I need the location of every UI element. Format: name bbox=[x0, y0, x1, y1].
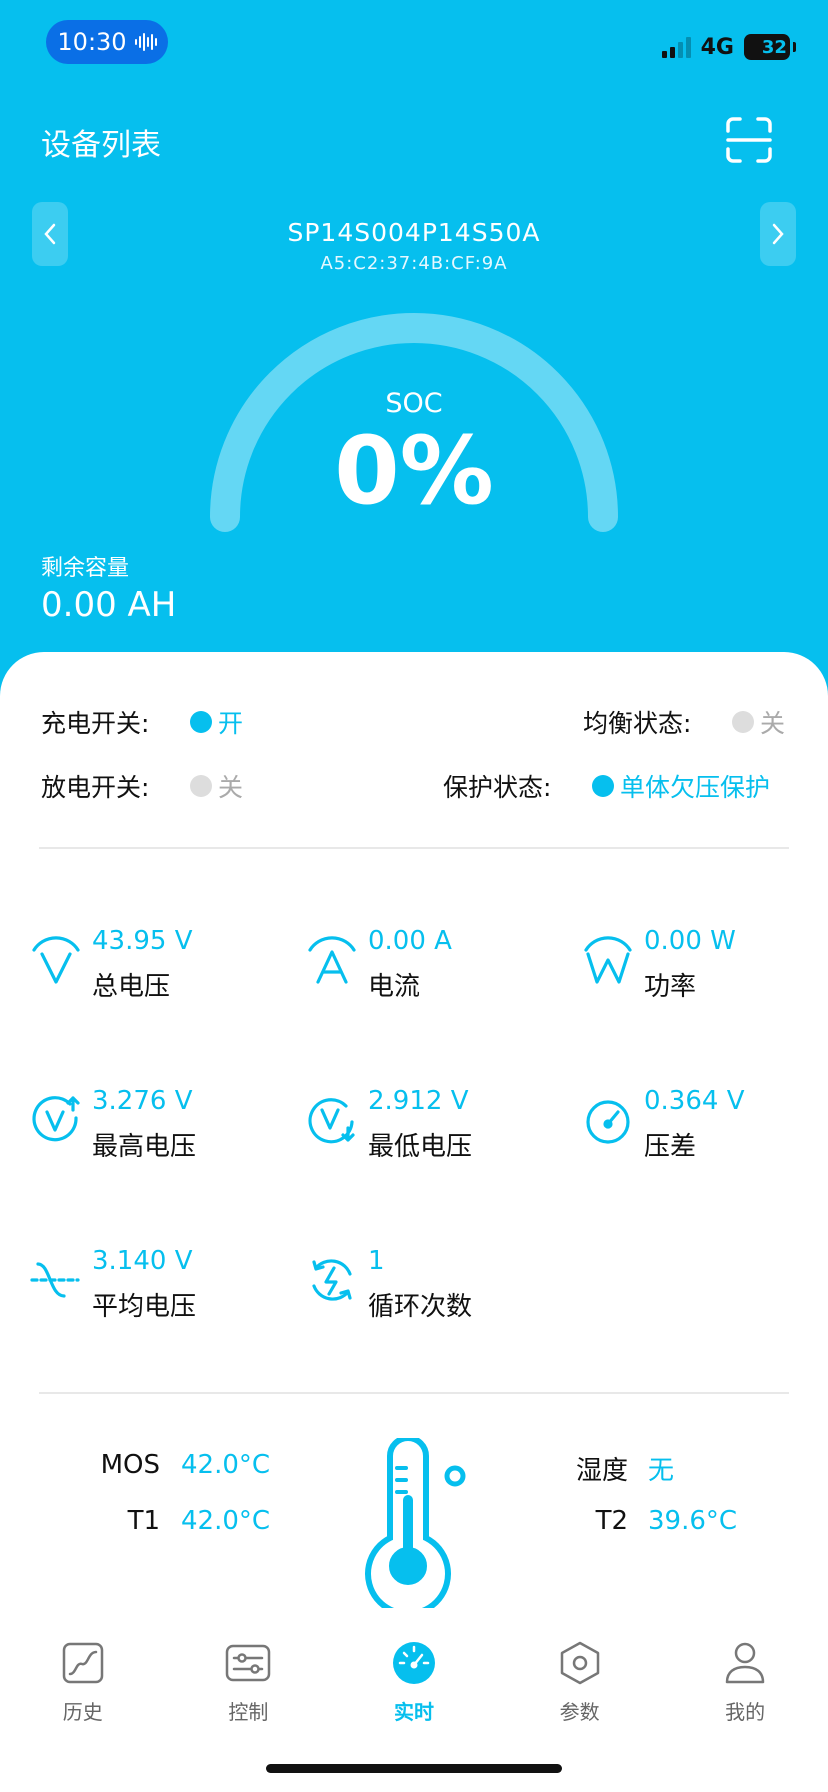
metric-value: 0.364 V bbox=[644, 1086, 745, 1116]
metric-total-voltage: 43.95 V 总电压 bbox=[30, 926, 280, 1016]
t1-temp-value: 42.0°C bbox=[181, 1506, 271, 1536]
protection-status-value: 单体欠压保护 bbox=[620, 773, 771, 802]
balance-status: 关 bbox=[732, 704, 785, 740]
metric-power: 0.00 W 功率 bbox=[582, 926, 828, 1016]
metric-max-voltage: 3.276 V 最高电压 bbox=[30, 1086, 280, 1176]
metric-value: 1 bbox=[368, 1246, 385, 1276]
user-icon bbox=[725, 1642, 765, 1684]
metric-value: 3.276 V bbox=[92, 1086, 193, 1116]
metric-average-voltage: 3.140 V 平均电压 bbox=[30, 1246, 280, 1336]
status-indicators: 4G 32 bbox=[661, 34, 796, 60]
metric-label: 压差 bbox=[644, 1132, 697, 1162]
protection-status: 单体欠压保护 bbox=[592, 768, 770, 804]
metric-value: 2.912 V bbox=[368, 1086, 469, 1116]
metric-voltage-difference: 0.364 V 压差 bbox=[582, 1086, 828, 1176]
metric-label: 最低电压 bbox=[368, 1132, 473, 1162]
status-dot-icon bbox=[190, 775, 212, 797]
metric-label: 功率 bbox=[644, 972, 697, 1002]
tab-label: 参数 bbox=[559, 1700, 600, 1724]
tab-profile[interactable]: 我的 bbox=[662, 1630, 828, 1730]
battery-icon: 32 bbox=[744, 34, 796, 60]
metric-label: 平均电压 bbox=[92, 1292, 197, 1322]
tab-label: 控制 bbox=[228, 1700, 269, 1724]
max-voltage-icon bbox=[32, 1096, 80, 1142]
status-dot-icon bbox=[190, 711, 212, 733]
tab-control[interactable]: 控制 bbox=[166, 1630, 332, 1730]
min-voltage-icon bbox=[308, 1098, 355, 1144]
metric-value: 0.00 W bbox=[644, 926, 736, 956]
sliders-icon bbox=[226, 1644, 271, 1682]
protection-status-label: 保护状态: bbox=[443, 773, 552, 802]
metric-label: 循环次数 bbox=[368, 1292, 473, 1322]
status-dot-icon bbox=[592, 775, 614, 797]
device-mac-address: A5:C2:37:4B:CF:9A bbox=[320, 253, 508, 274]
status-card bbox=[0, 652, 828, 1792]
balance-status-label: 均衡状态: bbox=[583, 709, 692, 738]
divider bbox=[39, 847, 789, 849]
remaining-capacity-value: 0.00 AH bbox=[41, 585, 177, 625]
charge-switch-value: 开 bbox=[218, 709, 244, 738]
discharge-switch-toggle[interactable]: 关 bbox=[190, 768, 243, 804]
battery-level: 32 bbox=[761, 36, 787, 58]
mos-temp-value: 42.0°C bbox=[181, 1450, 271, 1480]
metric-current: 0.00 A 电流 bbox=[306, 926, 556, 1016]
metric-value: 43.95 V bbox=[92, 926, 193, 956]
thermometer-icon bbox=[365, 1438, 466, 1608]
audio-wave-icon bbox=[134, 33, 157, 51]
metric-label: 最高电压 bbox=[92, 1132, 197, 1162]
page-title[interactable]: 设备列表 bbox=[41, 120, 161, 164]
humidity-value: 无 bbox=[648, 1456, 675, 1486]
cellular-signal-icon bbox=[661, 36, 691, 58]
metric-min-voltage: 2.912 V 最低电压 bbox=[306, 1086, 556, 1176]
cycle-icon bbox=[312, 1259, 352, 1301]
scan-icon[interactable] bbox=[726, 117, 772, 163]
t1-temp-label: T1 bbox=[127, 1506, 160, 1536]
t2-temp-label: T2 bbox=[595, 1506, 628, 1536]
mos-temp-label: MOS bbox=[100, 1450, 160, 1480]
power-icon bbox=[584, 936, 632, 984]
metric-cycle-count: 1 循环次数 bbox=[306, 1246, 556, 1336]
soc-label: SOC bbox=[385, 388, 443, 419]
metric-label: 总电压 bbox=[92, 972, 171, 1002]
remaining-capacity-label: 剩余容量 bbox=[41, 556, 130, 581]
voltage-icon bbox=[32, 936, 80, 984]
charge-switch-toggle[interactable]: 开 bbox=[190, 704, 243, 740]
bottom-tab-bar: 历史 控制 实时 参数 我的 bbox=[0, 1630, 828, 1730]
device-name: SP14S004P14S50A bbox=[287, 218, 541, 247]
status-time: 10:30 bbox=[57, 28, 127, 56]
tab-realtime[interactable]: 实时 bbox=[331, 1630, 497, 1730]
gauge-icon bbox=[586, 1100, 630, 1144]
dashboard-icon bbox=[392, 1642, 435, 1684]
discharge-switch-label: 放电开关: bbox=[41, 773, 150, 802]
history-chart-icon bbox=[62, 1642, 104, 1684]
t2-temp-value: 39.6°C bbox=[648, 1506, 738, 1536]
current-icon bbox=[308, 936, 356, 984]
status-dot-icon bbox=[732, 711, 754, 733]
hexagon-settings-icon bbox=[560, 1641, 599, 1685]
network-type: 4G bbox=[700, 34, 734, 60]
tab-label: 我的 bbox=[725, 1700, 766, 1724]
tab-label: 历史 bbox=[62, 1700, 103, 1724]
tab-label: 实时 bbox=[393, 1700, 434, 1724]
average-voltage-icon bbox=[30, 1262, 80, 1298]
metric-label: 电流 bbox=[368, 972, 421, 1002]
status-time-pill: 10:30 bbox=[46, 20, 168, 64]
balance-status-value: 关 bbox=[760, 709, 786, 738]
humidity-label: 湿度 bbox=[575, 1456, 628, 1486]
divider bbox=[39, 1392, 789, 1394]
charge-switch-label: 充电开关: bbox=[41, 709, 150, 738]
tab-parameters[interactable]: 参数 bbox=[497, 1630, 663, 1730]
soc-value: 0% bbox=[334, 417, 494, 526]
metric-value: 3.140 V bbox=[92, 1246, 193, 1276]
home-indicator[interactable] bbox=[266, 1764, 562, 1773]
metric-value: 0.00 A bbox=[368, 926, 452, 956]
discharge-switch-value: 关 bbox=[218, 773, 244, 802]
tab-history[interactable]: 历史 bbox=[0, 1630, 166, 1730]
